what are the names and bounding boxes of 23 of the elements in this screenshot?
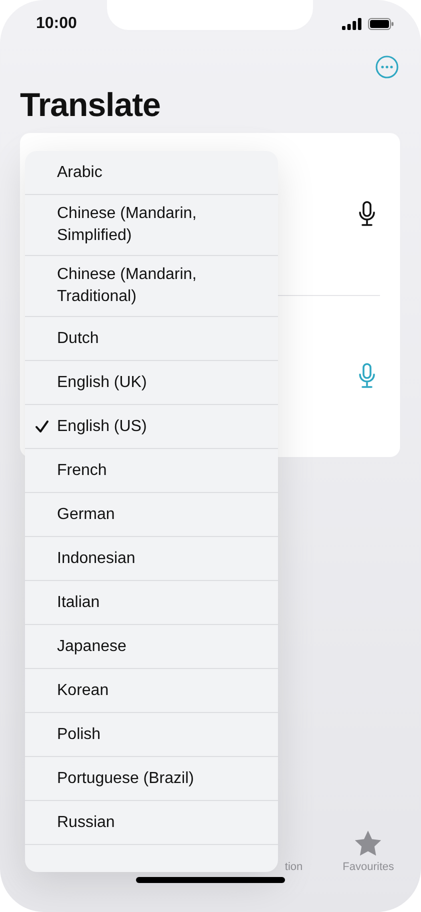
language-option[interactable]: Korean [25, 669, 278, 713]
battery-icon [368, 18, 394, 30]
language-option[interactable]: Indonesian [25, 537, 278, 581]
status-time: 10:00 [36, 15, 77, 33]
language-option[interactable]: Polish [25, 713, 278, 757]
language-option[interactable]: English (US) [25, 405, 278, 449]
language-option[interactable]: English (UK) [25, 361, 278, 405]
language-option[interactable]: Chinese (Mandarin, Simplified) [25, 195, 278, 256]
microphone-icon[interactable] [358, 200, 376, 227]
checkmark-icon [35, 420, 49, 433]
language-option[interactable]: Arabic [25, 151, 278, 195]
language-option[interactable]: Russian [25, 801, 278, 845]
language-option[interactable]: Italian [25, 581, 278, 625]
more-icon[interactable] [375, 55, 399, 79]
language-option[interactable]: Japanese [25, 625, 278, 669]
language-option[interactable]: Dutch [25, 317, 278, 361]
signal-icon [342, 18, 362, 30]
language-option[interactable]: Portuguese (Brazil) [25, 757, 278, 801]
language-option[interactable]: German [25, 493, 278, 537]
language-option[interactable]: French [25, 449, 278, 493]
language-option[interactable]: Chinese (Mandarin, Traditional) [25, 256, 278, 317]
star-icon[interactable] [354, 830, 382, 857]
page-title: Translate [20, 85, 162, 125]
